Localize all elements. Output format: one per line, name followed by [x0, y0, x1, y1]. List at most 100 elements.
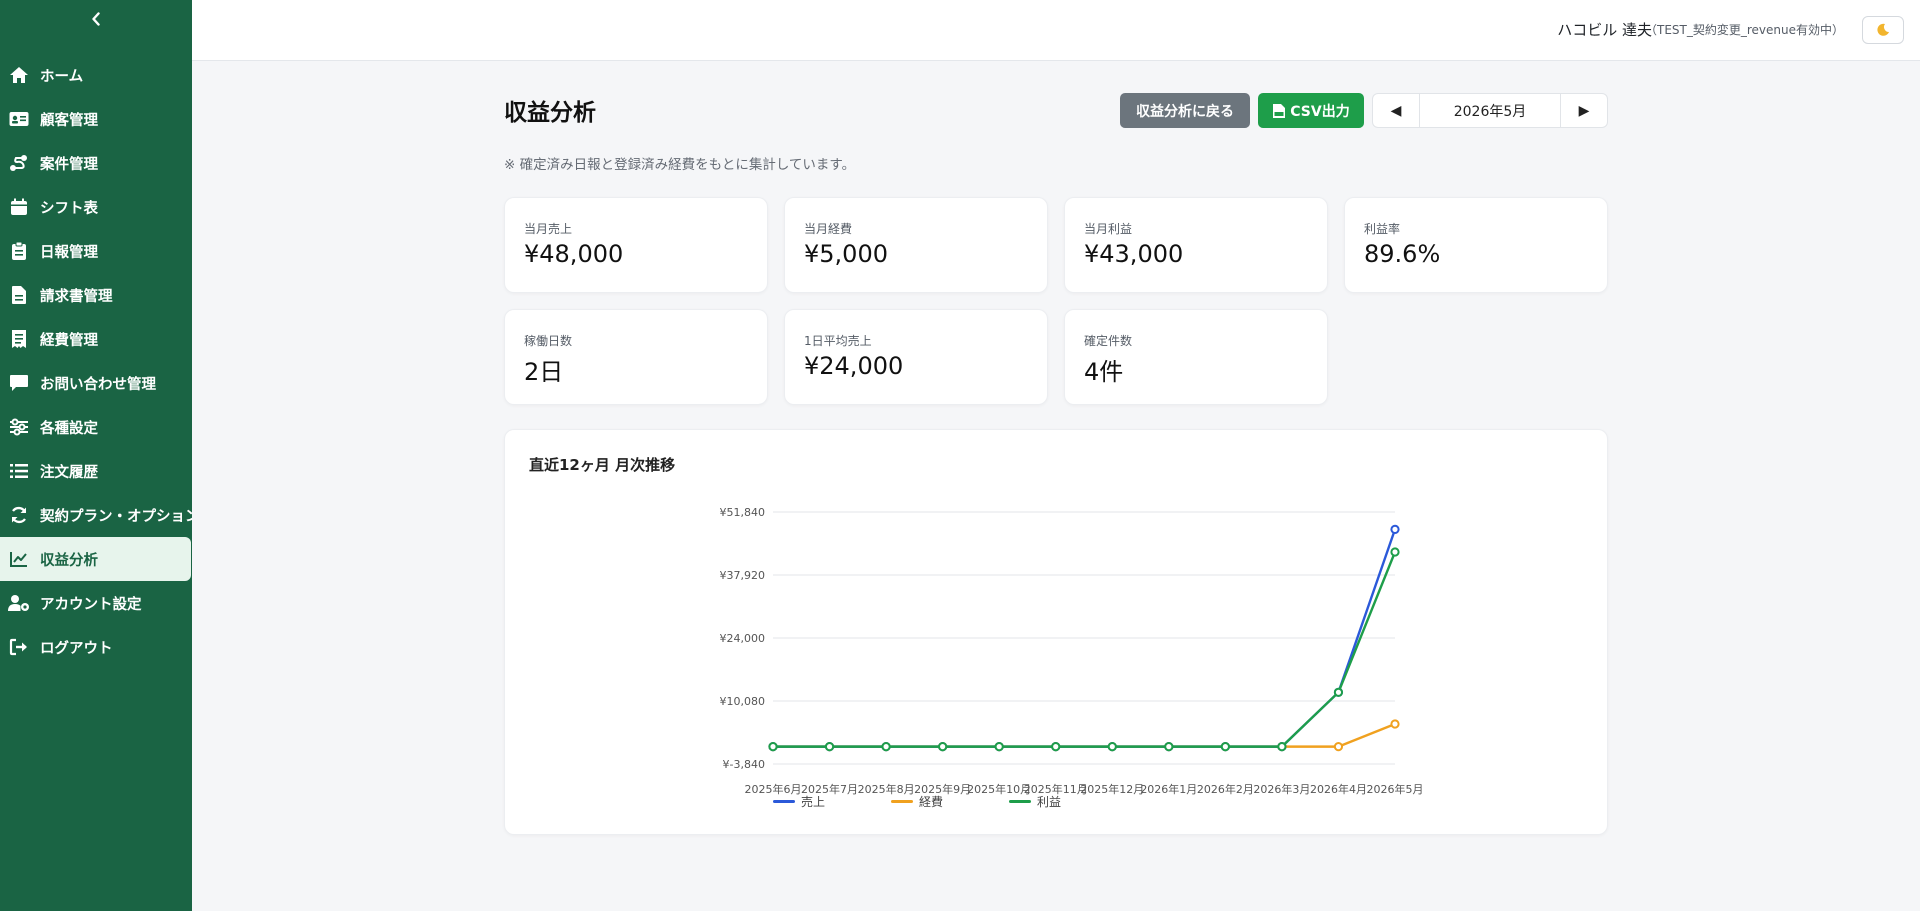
y-tick-label: ¥37,920: [720, 569, 766, 582]
user-gear-icon: [8, 592, 30, 614]
sidebar-item-invoice[interactable]: 請求書管理: [0, 273, 192, 317]
y-tick-label: ¥-3,840: [723, 758, 765, 771]
back-to-analysis-button[interactable]: 収益分析に戻る: [1120, 93, 1250, 128]
logout-icon: [8, 636, 30, 658]
topbar: ハコビル 達夫 （TEST_契約変更_revenue有効中）: [192, 0, 1920, 61]
data-point: [824, 742, 835, 752]
receipt-icon: [8, 328, 30, 350]
data-point: [768, 742, 778, 752]
sidebar-item-plan[interactable]: 契約プラン・オプション: [0, 493, 192, 537]
stat-card-working-days: 稼働日数 2日: [504, 309, 768, 405]
data-point: [1107, 742, 1117, 752]
legend-label: 経費: [919, 795, 944, 809]
sidebar-collapse-button[interactable]: [86, 8, 106, 30]
stat-value: 2日: [524, 358, 564, 386]
monthly-trend-chart: ¥-3,840¥10,080¥24,000¥37,920¥51,8402025年…: [720, 506, 1424, 796]
sidebar-item-logout[interactable]: ログアウト: [0, 625, 192, 669]
user-name: ハコビル 達夫: [1557, 21, 1652, 39]
refresh-icon: [8, 504, 30, 526]
data-point: [1051, 742, 1061, 752]
stat-label: 当月経費: [804, 222, 853, 236]
theme-toggle-button[interactable]: [1862, 16, 1904, 44]
current-month: 2026年5月: [1419, 94, 1561, 127]
legend-item: 売上: [773, 793, 825, 810]
sidebar-item-label: シフト表: [40, 200, 98, 217]
sidebar-item-revenue-analysis[interactable]: 収益分析: [0, 537, 191, 581]
stat-value: ¥48,000: [524, 240, 624, 268]
sidebar-item-customers[interactable]: 顧客管理: [0, 97, 192, 141]
stat-label: 稼働日数: [524, 334, 573, 348]
legend-item: 利益: [1009, 793, 1061, 810]
chevron-left-icon: [92, 12, 100, 26]
series-line-利益: [773, 551, 1397, 748]
legend-swatch: [773, 800, 795, 803]
monthly-trend-chart-card: 直近12ヶ月 月次推移 ¥-3,840 ¥10,080 ¥24,000 ¥37,920…: [504, 429, 1608, 835]
stat-value: ¥5,000: [804, 240, 888, 268]
sidebar-item-account-settings[interactable]: アカウント設定: [0, 581, 192, 625]
sidebar-item-label: 注文履歴: [40, 464, 98, 481]
sliders-icon: [8, 416, 30, 438]
sidebar-item-label: 契約プラン・オプション: [40, 508, 192, 525]
sidebar: ホーム 顧客管理 案件管理 シフト表 日報管理 請求書管理 経費管理 お問い合わ…: [0, 0, 192, 911]
invoice-icon: [8, 284, 30, 306]
prev-month-button[interactable]: ◀: [1373, 94, 1419, 127]
sidebar-item-home[interactable]: ホーム: [0, 53, 192, 97]
sidebar-item-label: 請求書管理: [40, 288, 113, 305]
legend-label: 利益: [1037, 795, 1062, 809]
stat-label: 当月利益: [1084, 222, 1133, 236]
sidebar-item-label: ホーム: [40, 68, 84, 85]
sidebar-item-projects[interactable]: 案件管理: [0, 141, 192, 185]
stat-label: 確定件数: [1084, 334, 1133, 348]
sidebar-item-settings[interactable]: 各種設定: [0, 405, 192, 449]
clipboard-icon: [8, 240, 30, 262]
sidebar-item-label: ログアウト: [40, 640, 113, 657]
home-icon: [8, 64, 30, 86]
y-tick-label: ¥24,000: [720, 632, 766, 645]
stat-value: 89.6%: [1364, 240, 1441, 268]
csv-button-label: CSV出力: [1290, 103, 1350, 120]
sidebar-item-expenses[interactable]: 経費管理: [0, 317, 192, 361]
data-point: [1390, 547, 1400, 557]
sidebar-item-label: 各種設定: [40, 420, 98, 437]
data-point: [1277, 742, 1287, 752]
sidebar-item-label: 顧客管理: [40, 112, 98, 129]
page-title: 収益分析: [504, 100, 596, 126]
legend-swatch: [1009, 800, 1031, 803]
sidebar-item-order-history[interactable]: 注文履歴: [0, 449, 192, 493]
chart-line-icon: [8, 548, 30, 570]
legend-swatch: [891, 800, 913, 803]
sidebar-item-label: 案件管理: [40, 156, 98, 173]
y-tick-label: ¥51,840: [720, 506, 766, 519]
data-point: [881, 742, 891, 752]
stat-label: 利益率: [1364, 222, 1401, 236]
route-icon: [8, 152, 30, 174]
stat-value: 4件: [1084, 358, 1124, 386]
message-icon: [8, 372, 30, 394]
stat-card-profit-margin: 利益率 89.6%: [1344, 197, 1608, 293]
data-point: [994, 742, 1004, 752]
sidebar-item-label: お問い合わせ管理: [40, 376, 156, 393]
stat-label: 当月売上: [524, 222, 573, 236]
csv-export-button[interactable]: CSV出力: [1258, 93, 1364, 128]
list-icon: [8, 460, 30, 482]
stat-card-monthly-expenses: 当月経費 ¥5,000: [784, 197, 1048, 293]
month-selector: ◀ 2026年5月 ▶: [1372, 93, 1608, 128]
data-point: [1390, 719, 1400, 729]
chart-legend: 売上 経費 利益: [505, 793, 1609, 810]
id-card-icon: [8, 108, 30, 130]
moon-icon: [1877, 23, 1889, 36]
stat-value: ¥24,000: [804, 352, 904, 380]
plan-status: （TEST_契約変更_revenue有効中）: [1645, 23, 1844, 37]
stat-card-monthly-sales: 当月売上 ¥48,000: [504, 197, 768, 293]
data-point: [1390, 524, 1400, 534]
next-month-button[interactable]: ▶: [1561, 94, 1607, 127]
stat-card-daily-average-sales: 1日平均売上 ¥24,000: [784, 309, 1048, 405]
aggregation-note: ※ 確定済み日報と登録済み経費をもとに集計しています。: [504, 157, 856, 173]
sidebar-item-shift[interactable]: シフト表: [0, 185, 192, 229]
csv-file-icon: [1272, 103, 1286, 119]
sidebar-item-label: 収益分析: [40, 552, 98, 569]
data-point: [1220, 742, 1230, 752]
sidebar-item-inquiries[interactable]: お問い合わせ管理: [0, 361, 192, 405]
sidebar-item-daily-report[interactable]: 日報管理: [0, 229, 192, 273]
sidebar-item-label: アカウント設定: [40, 596, 142, 613]
